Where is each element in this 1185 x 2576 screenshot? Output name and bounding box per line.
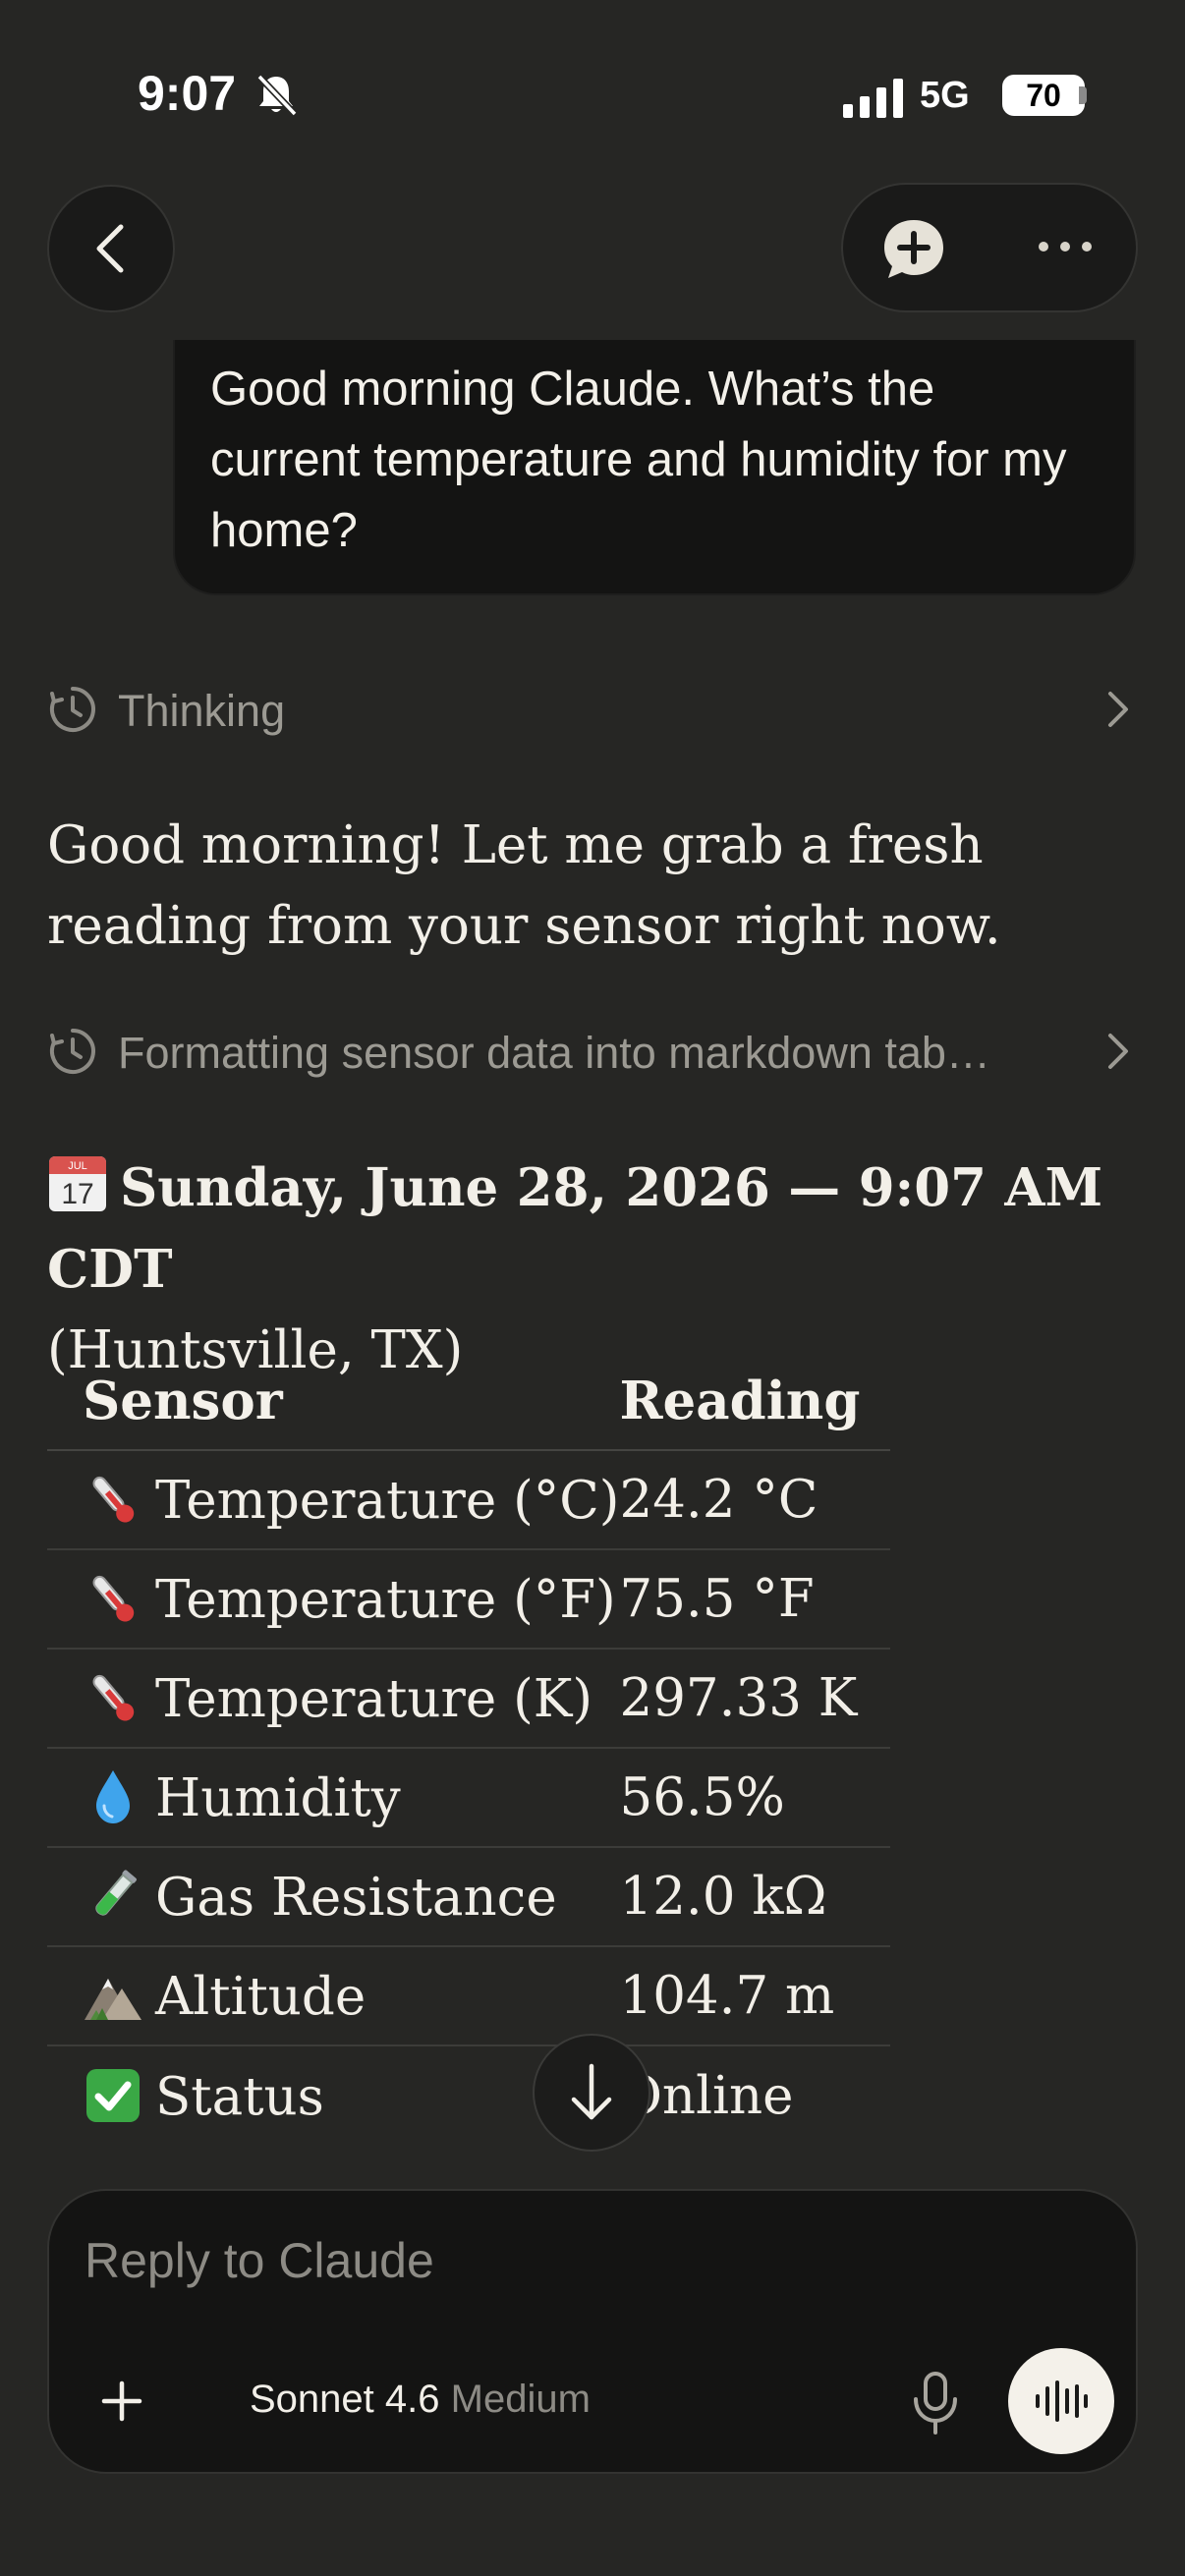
column-header-reading: Reading [619,1352,890,1451]
table-row: Temperature (°F) 75.5 °F [47,1549,890,1650]
model-name: Sonnet 4.6 [250,2378,440,2421]
sensor-table: Sensor Reading Temperature (°C) 24.2 °C [47,1352,890,2145]
calendar-icon: JUL 17 [49,1156,106,1211]
reading-cell: 297.33 K [619,1649,890,1749]
sensor-name: Temperature (K) [155,1669,593,1729]
user-message-text: Good morning Claude. What’s the current … [210,363,1067,557]
bell-muted-icon [256,74,298,117]
table-header-row: Sensor Reading [47,1352,890,1451]
microphone-icon[interactable] [906,2368,965,2436]
new-chat-plus-icon[interactable] [880,218,947,281]
thermometer-icon [92,1476,135,1523]
effort-level: Medium [450,2378,591,2421]
arrow-down-icon [571,2063,612,2120]
sensor-cell: Temperature (°C) [47,1450,620,1550]
clock-history-icon [50,1029,95,1074]
sensor-name: Temperature (°C) [155,1471,620,1531]
battery-level: 70 [1002,75,1085,116]
thinking-toggle[interactable]: Thinking [47,674,1138,743]
svg-text:17: 17 [61,1178,93,1210]
table-row: Temperature (°C) 24.2 °C [47,1450,890,1550]
sensor-cell: Altitude [47,1946,620,2046]
table-row: Status Online [47,2045,890,2145]
header-actions [841,183,1138,312]
scroll-to-bottom-button[interactable] [533,2034,650,2152]
chevron-left-icon [96,224,124,273]
reading-cell: 24.2 °C [619,1450,890,1550]
sensor-name: Altitude [155,1967,367,2027]
reading-cell: 56.5% [619,1748,890,1848]
test-tube-icon [95,1870,137,1916]
clock-history-icon [50,687,95,732]
waveform-icon [1036,2380,1088,2422]
status-time: 9:07 [138,66,237,121]
column-header-sensor: Sensor [47,1352,620,1451]
sensor-name: Humidity [155,1768,401,1828]
reading-cell: 104.7 m [619,1946,890,2046]
date-text: Sunday, June 28, 2026 — 9:07 AM CDT [47,1157,1103,1300]
sensor-cell: Gas Resistance [47,1847,620,1947]
reply-input[interactable] [85,2232,1067,2289]
thermometer-icon [92,1575,135,1622]
add-attachment-plus-icon[interactable] [92,2372,151,2431]
mountain-icon [85,1979,141,2020]
back-button[interactable] [47,185,175,312]
model-selector[interactable]: Sonnet 4.6 Medium [250,2378,591,2422]
message-composer: Sonnet 4.6 Medium [47,2189,1138,2474]
reading-cell: 12.0 kΩ [619,1847,890,1947]
battery-tip [1079,86,1087,104]
reading-cell: Online [619,2065,794,2126]
table-row: Gas Resistance 12.0 kΩ [47,1847,890,1947]
sensor-name: Gas Resistance [155,1868,557,1928]
table-row: Temperature (K) 297.33 K [47,1649,890,1749]
sensor-cell: Temperature (°F) [47,1549,620,1650]
status-bar: 9:07 5G 70 [0,59,1185,138]
svg-text:JUL: JUL [68,1160,87,1172]
reading-cell: 75.5 °F [619,1549,890,1650]
tool-step-label: Formatting sensor data into markdown tab… [118,1028,990,1078]
check-box-icon [86,2068,140,2122]
user-message-bubble: Good morning Claude. What’s the current … [173,340,1136,595]
chevron-right-icon [1108,692,1128,727]
network-type: 5G [920,75,970,116]
droplet-icon [96,1770,130,1823]
cell-signal-icon [843,79,903,118]
sensor-cell: Temperature (K) [47,1649,620,1749]
assistant-intro-text: Good morning! Let me grab a fresh readin… [47,815,1001,956]
chevron-right-icon [1108,1034,1128,1069]
thermometer-icon [92,1674,135,1721]
sensor-name: Status [155,2066,324,2127]
table-row: Humidity 56.5% [47,1748,890,1848]
more-dots-icon[interactable] [1036,232,1095,261]
thinking-label: Thinking [118,686,286,736]
voice-mode-button[interactable] [1008,2348,1114,2454]
sensor-name: Temperature (°F) [155,1570,616,1630]
table-row: Altitude 104.7 m [47,1946,890,2046]
sensor-cell: Humidity [47,1748,620,1848]
tool-step-toggle[interactable]: Formatting sensor data into markdown tab… [47,1016,1138,1085]
